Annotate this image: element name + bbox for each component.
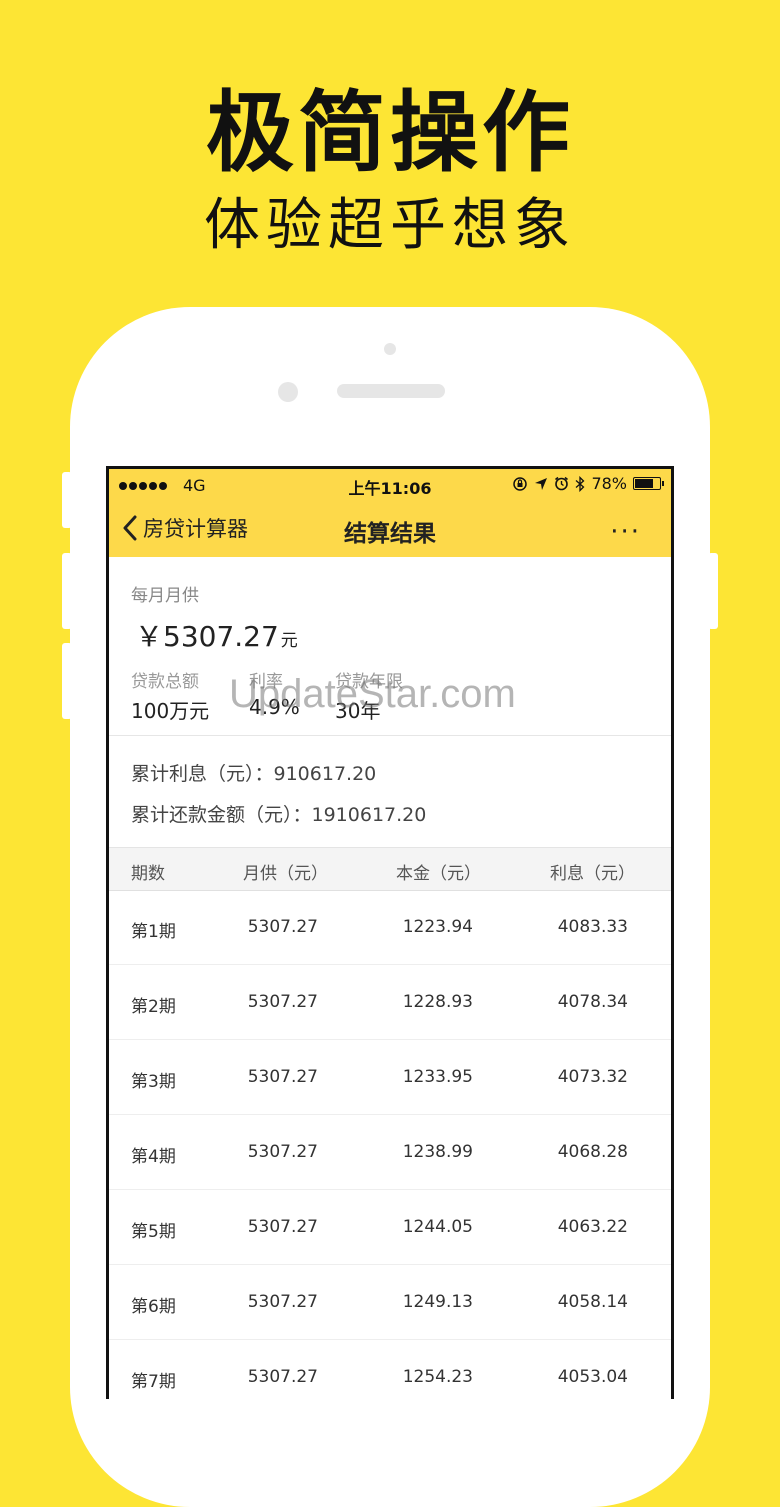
monthly-cell: 5307.27 <box>247 917 318 937</box>
interest-cell: 4068.28 <box>557 1142 628 1162</box>
monthly-payment-value: ￥5307.27 元 <box>135 615 298 655</box>
monthly-cell: 5307.27 <box>247 1067 318 1087</box>
column-header-principal: 本金（元） <box>396 864 481 884</box>
back-button-label: 房贷计算器 <box>143 517 248 541</box>
interest-cell: 4058.14 <box>557 1292 628 1312</box>
period-cell: 第6期 <box>131 1297 176 1317</box>
rate-label: 利率 <box>249 672 283 692</box>
monthly-payment-label: 每月月供 <box>131 586 199 606</box>
principal-cell: 1223.94 <box>402 917 473 937</box>
alarm-icon <box>555 476 569 491</box>
battery-icon <box>633 477 664 490</box>
monthly-cell: 5307.27 <box>247 1367 318 1387</box>
phone-side-button <box>62 553 72 629</box>
phone-side-button <box>62 643 72 719</box>
principal-cell: 1249.13 <box>402 1292 473 1312</box>
interest-cell: 4078.34 <box>557 992 628 1012</box>
location-icon <box>535 477 548 490</box>
period-cell: 第4期 <box>131 1147 176 1167</box>
status-bar: 4G 上午11:06 78% <box>109 469 671 501</box>
promo-headline: 极简操作 <box>205 81 574 184</box>
phone-screen: 4G 上午11:06 78% 房贷计算器 结算结果 ··· 每月月供 ￥5307… <box>106 466 674 1399</box>
schedule-table-body: 第1期 5307.27 1223.94 4083.33 第2期 5307.27 … <box>109 890 671 1399</box>
rate-value: 4.9% <box>249 695 300 719</box>
phone-side-button <box>62 472 72 528</box>
monthly-payment-unit: 元 <box>280 631 298 651</box>
principal-cell: 1233.95 <box>402 1067 473 1087</box>
table-row: 第6期 5307.27 1249.13 4058.14 <box>109 1265 671 1340</box>
principal-cell: 1254.23 <box>402 1367 473 1387</box>
monthly-cell: 5307.27 <box>247 1292 318 1312</box>
monthly-cell: 5307.27 <box>247 1217 318 1237</box>
principal-cell: 1244.05 <box>402 1217 473 1237</box>
interest-cell: 4073.32 <box>557 1067 628 1087</box>
monthly-cell: 5307.27 <box>247 1142 318 1162</box>
table-row: 第2期 5307.27 1228.93 4078.34 <box>109 965 671 1040</box>
total-loan-value: 100万元 <box>131 699 210 723</box>
total-loan-label: 贷款总额 <box>131 672 199 692</box>
monthly-cell: 5307.27 <box>247 992 318 1012</box>
column-header-interest: 利息（元） <box>550 864 635 884</box>
term-label: 贷款年限 <box>335 672 403 692</box>
period-cell: 第1期 <box>131 922 176 942</box>
column-header-period: 期数 <box>131 864 165 884</box>
battery-percent: 78% <box>591 474 627 493</box>
column-header-monthly: 月供（元） <box>243 864 328 884</box>
table-row: 第3期 5307.27 1233.95 4073.32 <box>109 1040 671 1115</box>
back-button[interactable]: 房贷计算器 <box>123 513 248 543</box>
table-row: 第4期 5307.27 1238.99 4068.28 <box>109 1115 671 1190</box>
period-cell: 第3期 <box>131 1072 176 1092</box>
promo-subheadline: 体验超乎想象 <box>204 193 576 258</box>
schedule-table-header: 期数 月供（元） 本金（元） 利息（元） <box>109 847 671 891</box>
phone-sensor <box>278 382 298 402</box>
bluetooth-icon <box>576 475 585 492</box>
table-row: 第1期 5307.27 1223.94 4083.33 <box>109 890 671 965</box>
period-cell: 第5期 <box>131 1222 176 1242</box>
principal-cell: 1238.99 <box>402 1142 473 1162</box>
table-row: 第5期 5307.27 1244.05 4063.22 <box>109 1190 671 1265</box>
divider <box>109 735 671 736</box>
phone-side-button <box>708 553 718 629</box>
phone-camera <box>384 343 396 355</box>
phone-speaker <box>337 384 445 398</box>
principal-cell: 1228.93 <box>402 992 473 1012</box>
period-cell: 第7期 <box>131 1372 176 1392</box>
period-cell: 第2期 <box>131 997 176 1017</box>
more-options-button[interactable]: ··· <box>610 517 641 547</box>
term-value: 30年 <box>335 699 381 723</box>
interest-cell: 4083.33 <box>557 917 628 937</box>
interest-cell: 4063.22 <box>557 1217 628 1237</box>
navigation-bar: 房贷计算器 结算结果 ··· <box>109 501 671 557</box>
chevron-left-icon <box>123 515 137 541</box>
monthly-payment-amount: ￥5307.27 <box>135 620 279 653</box>
total-repayment: 累计还款金额（元）：1910617.20 <box>131 804 427 826</box>
total-interest: 累计利息（元）：910617.20 <box>131 763 377 785</box>
table-row: 第7期 5307.27 1254.23 4053.04 <box>109 1340 671 1399</box>
interest-cell: 4053.04 <box>557 1367 628 1387</box>
orientation-lock-icon <box>513 476 528 491</box>
